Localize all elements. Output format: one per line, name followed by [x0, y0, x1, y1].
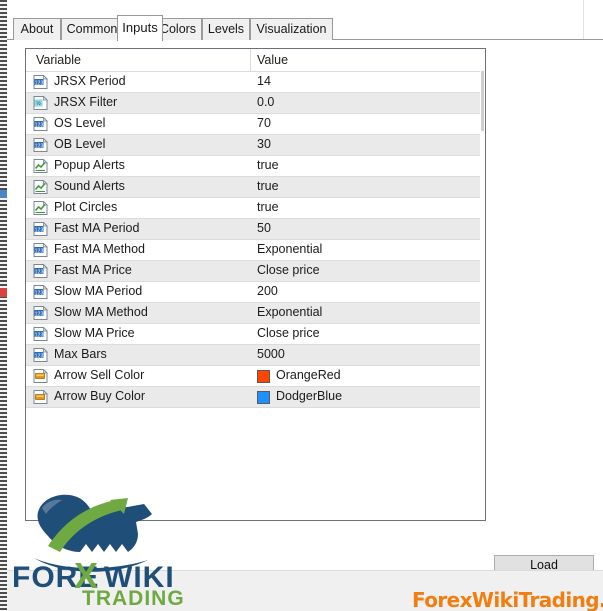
grid-row-value[interactable]: 70 [257, 116, 271, 130]
edge-accent-blue [0, 190, 7, 198]
grid-row-variable: JRSX Filter [54, 95, 118, 109]
svg-text:123: 123 [35, 353, 44, 359]
grid-row-value[interactable]: 200 [257, 284, 278, 298]
grid-row[interactable]: Arrow Sell Color OrangeRed [26, 366, 485, 387]
grid-row[interactable]: ½ JRSX Filter 0.0 [26, 93, 485, 114]
tab-common[interactable]: Common [61, 18, 123, 40]
grid-row-value[interactable]: 30 [257, 137, 271, 151]
properties-dialog: About Common Inputs Colors Levels Visual… [7, 0, 603, 611]
svg-text:123: 123 [35, 311, 44, 317]
edge-accent-red [0, 288, 7, 297]
grid-row-variable: Fast MA Price [54, 263, 132, 277]
integer-icon: 123 [33, 75, 48, 89]
grid-row-value[interactable]: Exponential [257, 242, 322, 256]
grid-rows: 123 JRSX Period 14 ½ JRSX Filter 0.0 123 OS Lev… [26, 72, 485, 408]
grid-row[interactable]: Popup Alerts true [26, 156, 485, 177]
integer-icon: 123 [33, 285, 48, 299]
inputs-panel: Variable Value 123 JRSX Period 14 ½ JRSX Fil… [7, 40, 603, 610]
grid-row[interactable]: 123 Slow MA Period 200 [26, 282, 485, 303]
color-swatch[interactable] [257, 370, 270, 383]
grid-row-value[interactable]: Exponential [257, 305, 322, 319]
grid-row[interactable]: 123 JRSX Period 14 [26, 72, 485, 93]
double-icon: ½ [33, 96, 48, 110]
grid-row-value[interactable]: 14 [257, 74, 271, 88]
svg-text:123: 123 [35, 332, 44, 338]
grid-row-variable: Fast MA Period [54, 221, 140, 235]
grid-row[interactable]: Arrow Buy Color DodgerBlue [26, 387, 485, 408]
grid-row-variable: Arrow Buy Color [54, 389, 145, 403]
integer-icon: 123 [33, 327, 48, 341]
tab-about[interactable]: About [13, 18, 61, 40]
integer-icon: 123 [33, 138, 48, 152]
grid-row-value[interactable]: Close price [257, 263, 320, 277]
grid-row-value[interactable]: OrangeRed [276, 368, 341, 382]
inputs-grid[interactable]: Variable Value 123 JRSX Period 14 ½ JRSX Fil… [25, 48, 486, 521]
boolean-icon [33, 180, 48, 194]
grid-row-variable: Slow MA Period [54, 284, 143, 298]
svg-text:123: 123 [35, 248, 44, 254]
grid-row-value[interactable]: true [257, 179, 279, 193]
grid-row-variable: Slow MA Price [54, 326, 135, 340]
grid-row[interactable]: Plot Circles true [26, 198, 485, 219]
screenshot-root: About Common Inputs Colors Levels Visual… [0, 0, 603, 611]
grid-row[interactable]: 123 Fast MA Period 50 [26, 219, 485, 240]
boolean-icon [33, 159, 48, 173]
grid-row-value[interactable]: 0.0 [257, 95, 274, 109]
color-swatch[interactable] [257, 391, 270, 404]
grid-scrollbar-thumb[interactable] [481, 71, 484, 131]
grid-row-value[interactable]: 50 [257, 221, 271, 235]
grid-row-value[interactable]: true [257, 158, 279, 172]
grid-row-variable: Max Bars [54, 347, 107, 361]
grid-row[interactable]: 123 Slow MA Price Close price [26, 324, 485, 345]
boolean-icon [33, 201, 48, 215]
grid-row-value[interactable]: Close price [257, 326, 320, 340]
tab-levels[interactable]: Levels [202, 18, 250, 40]
integer-icon: 123 [33, 117, 48, 131]
color-icon [33, 369, 48, 383]
grid-row-value[interactable]: DodgerBlue [276, 389, 342, 403]
grid-row[interactable]: 123 Fast MA Price Close price [26, 261, 485, 282]
grid-row-value[interactable]: 5000 [257, 347, 285, 361]
grid-row[interactable]: 123 Max Bars 5000 [26, 345, 485, 366]
grid-row[interactable]: 123 Fast MA Method Exponential [26, 240, 485, 261]
integer-icon: 123 [33, 243, 48, 257]
grid-row-variable: Sound Alerts [54, 179, 125, 193]
grid-header: Variable Value [26, 49, 485, 72]
grid-row[interactable]: 123 OB Level 30 [26, 135, 485, 156]
svg-text:123: 123 [35, 227, 44, 233]
svg-text:123: 123 [35, 269, 44, 275]
grid-row[interactable]: 123 OS Level 70 [26, 114, 485, 135]
tab-inputs[interactable]: Inputs [117, 15, 163, 41]
svg-text:123: 123 [35, 143, 44, 149]
window-edge-strip [0, 0, 7, 611]
integer-icon: 123 [33, 222, 48, 236]
column-header-variable: Variable [36, 53, 81, 67]
grid-row[interactable]: 123 Slow MA Method Exponential [26, 303, 485, 324]
column-header-value: Value [257, 53, 289, 67]
svg-text:123: 123 [35, 122, 44, 128]
svg-text:123: 123 [35, 290, 44, 296]
grid-scrollbar[interactable] [480, 71, 485, 520]
tab-strip: About Common Inputs Colors Levels Visual… [7, 14, 603, 41]
grid-row-variable: Plot Circles [54, 200, 118, 214]
svg-text:½: ½ [36, 100, 41, 107]
column-splitter[interactable] [250, 49, 251, 71]
integer-icon: 123 [33, 264, 48, 278]
grid-row[interactable]: Sound Alerts true [26, 177, 485, 198]
grid-row-variable: Slow MA Method [54, 305, 148, 319]
grid-row-variable: Arrow Sell Color [54, 368, 145, 382]
grid-row-value[interactable]: true [257, 200, 279, 214]
grid-row-variable: JRSX Period [54, 74, 126, 88]
grid-row-variable: OS Level [54, 116, 106, 130]
integer-icon: 123 [33, 306, 48, 320]
grid-row-variable: Fast MA Method [54, 242, 146, 256]
svg-text:123: 123 [35, 80, 44, 86]
footer-bar: OK Cancel Reset [7, 571, 603, 611]
grid-row-variable: Popup Alerts [54, 158, 125, 172]
integer-icon: 123 [33, 348, 48, 362]
color-icon [33, 390, 48, 404]
tab-visualization[interactable]: Visualization [250, 18, 333, 40]
grid-row-variable: OB Level [54, 137, 106, 151]
